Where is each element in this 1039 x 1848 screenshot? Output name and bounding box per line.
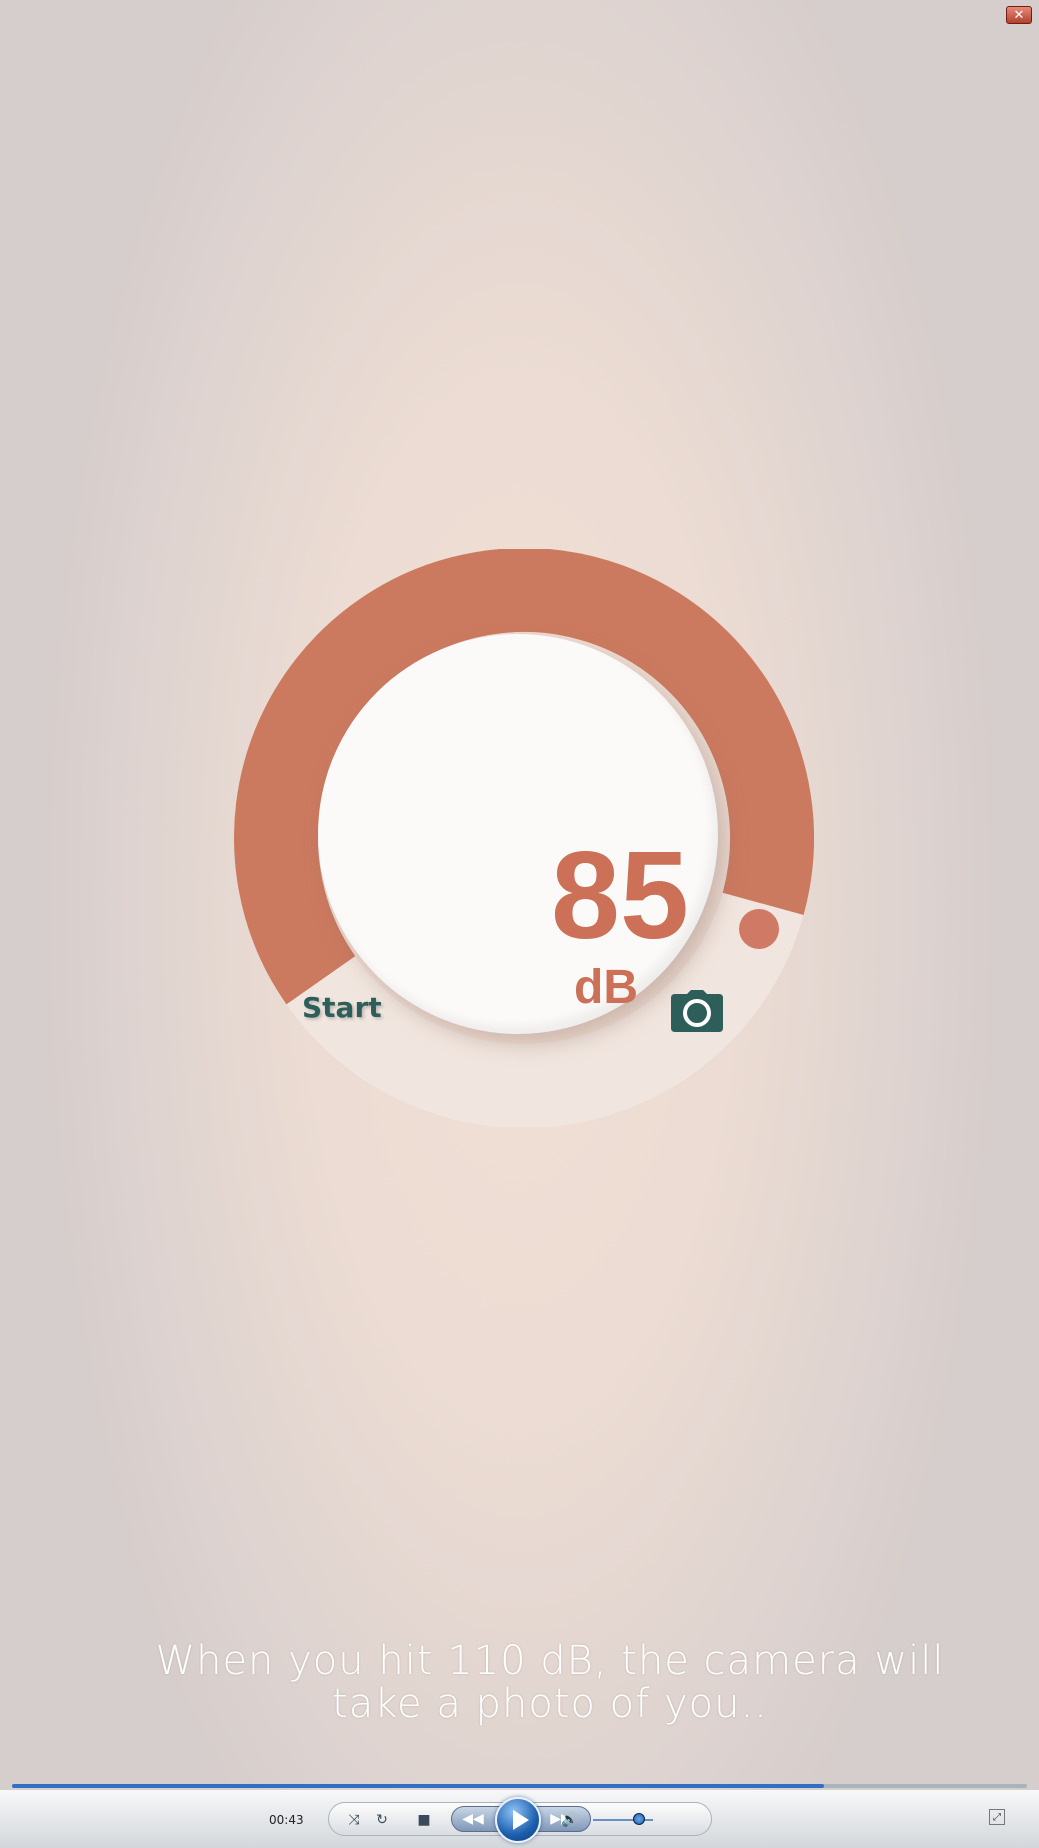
decibel-value: 85 [551,827,689,965]
camera-icon[interactable] [671,990,723,1032]
volume-icon[interactable]: 🔊 [559,1809,581,1831]
stop-icon[interactable]: ■ [413,1809,435,1831]
subtitle-caption: When you hit 110 dB, the camera will tak… [0,1640,1039,1726]
rewind-icon[interactable]: ◀◀ [462,1808,484,1830]
seek-progress [12,1784,824,1788]
repeat-icon[interactable]: ↻ [371,1809,393,1831]
play-icon [513,1810,529,1830]
start-button[interactable]: Start [302,991,382,1024]
player-controls: 00:43 ⤨ ↻ ■ ◀◀ ▶▶ 🔊 ⤢ [0,1790,1039,1848]
close-icon[interactable]: ✕ [1006,6,1032,24]
shuffle-icon[interactable]: ⤨ [343,1809,365,1831]
video-frame: ✕ 85 dB Start When you hit 110 dB, the c… [0,0,1039,1778]
subtitle-line-2: take a photo of you.. [332,1681,768,1727]
decibel-gauge: 85 dB Start [234,549,814,1127]
fullscreen-icon[interactable]: ⤢ [989,1809,1005,1825]
elapsed-time: 00:43 [269,1813,304,1827]
seek-bar[interactable] [12,1784,1027,1788]
volume-slider-thumb[interactable] [633,1813,645,1825]
play-button[interactable] [495,1797,541,1843]
subtitle-line-1: When you hit 110 dB, the camera will [155,1638,945,1684]
meter-dial: 85 dB [318,634,779,1034]
decibel-unit: dB [574,961,638,1014]
control-group: ⤨ ↻ ■ ◀◀ ▶▶ 🔊 [328,1797,712,1843]
